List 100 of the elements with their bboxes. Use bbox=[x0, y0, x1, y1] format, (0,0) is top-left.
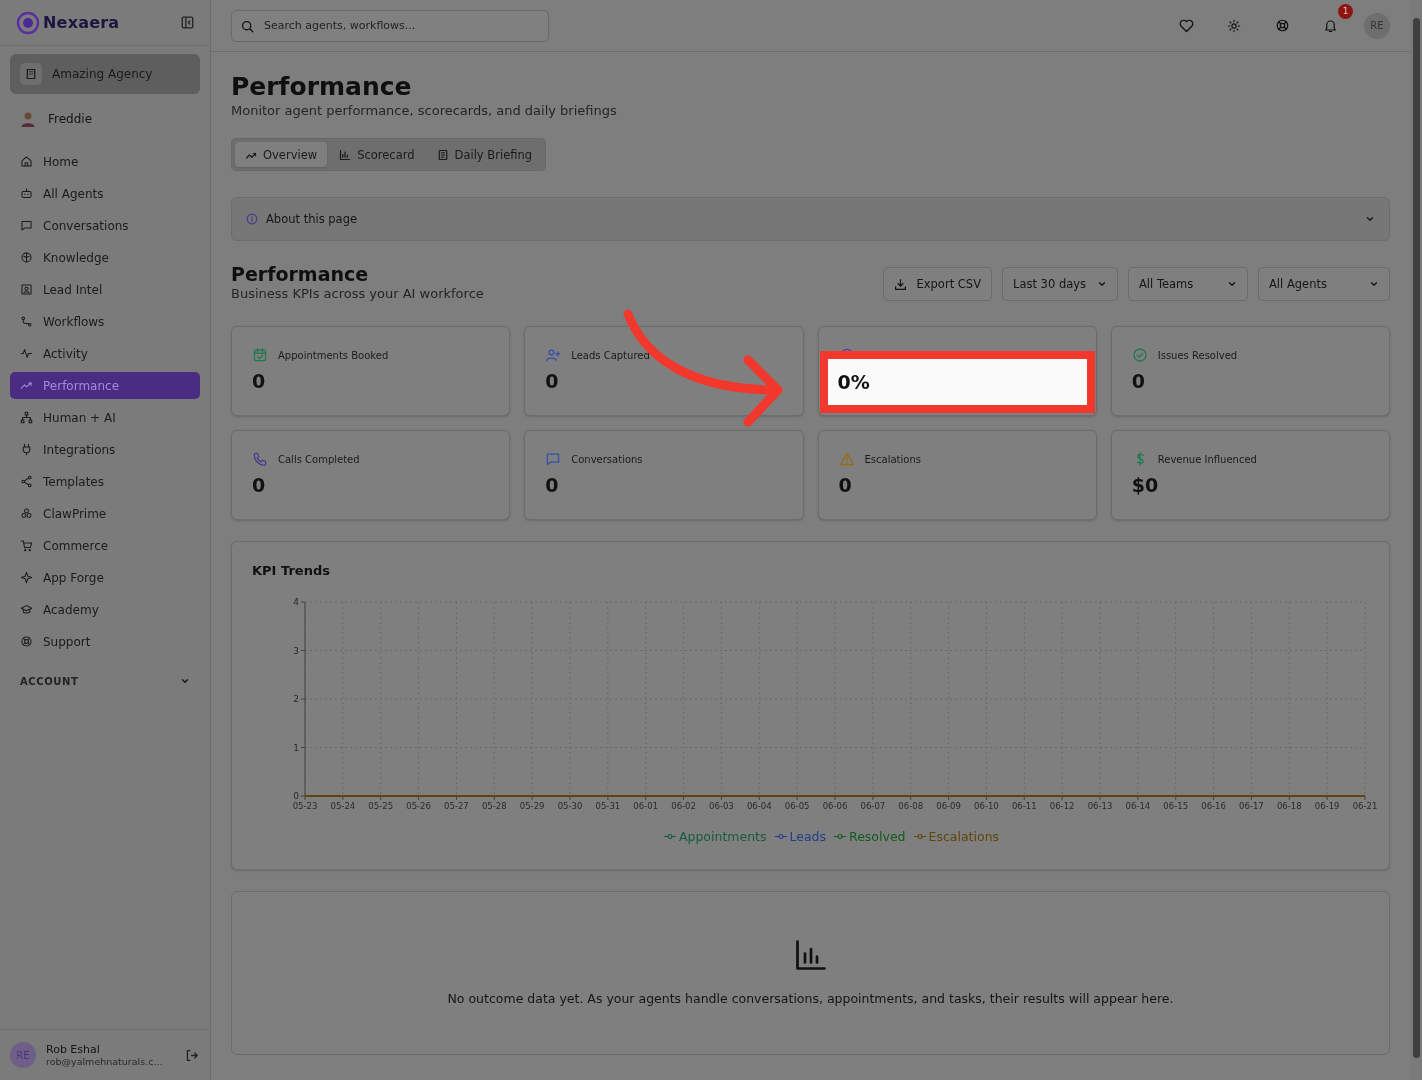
search-icon bbox=[241, 19, 254, 33]
section-subtitle: Business KPIs across your AI workforce bbox=[231, 286, 484, 301]
tab[interactable]: Overview bbox=[235, 142, 328, 167]
chevron-down-icon bbox=[1097, 279, 1107, 289]
filter-dropdown[interactable]: All Teams bbox=[1128, 267, 1248, 301]
kpi-label: Calls Completed bbox=[278, 453, 360, 465]
y-tick-label: 2 bbox=[293, 694, 299, 704]
x-tick-label: 06-16 bbox=[1201, 801, 1226, 811]
x-tick-label: 05-25 bbox=[368, 801, 394, 811]
speech-bubble-icon bbox=[20, 219, 33, 232]
x-tick-label: 06-01 bbox=[633, 801, 659, 811]
warning-icon bbox=[838, 451, 855, 467]
tab[interactable]: Daily Briefing bbox=[426, 142, 543, 167]
kpi-label: Appointments Booked bbox=[278, 349, 389, 361]
nav-item[interactable]: Workflows bbox=[10, 308, 200, 335]
x-tick-label: 06-17 bbox=[1239, 801, 1264, 811]
nav-item[interactable]: ClawPrime bbox=[10, 500, 200, 527]
empty-state-message: No outcome data yet. As your agents handle conversations, appointments, and tasks, their results will appear here. bbox=[447, 991, 1174, 1006]
chevron-down-icon bbox=[180, 676, 190, 686]
x-tick-label: 06-05 bbox=[784, 801, 810, 811]
nav-item[interactable]: Integrations bbox=[10, 436, 200, 463]
brain-icon bbox=[20, 251, 33, 264]
y-tick-label: 4 bbox=[293, 597, 299, 607]
collapse-sidebar-button[interactable] bbox=[181, 16, 194, 29]
x-tick-label: 06-19 bbox=[1314, 801, 1340, 811]
bell-icon bbox=[1322, 18, 1338, 33]
nav-item[interactable]: Academy bbox=[10, 596, 200, 623]
x-tick-label: 06-13 bbox=[1087, 801, 1113, 811]
logout-button[interactable] bbox=[185, 1048, 198, 1062]
kpi-label: Revenue Influenced bbox=[1157, 453, 1257, 465]
x-tick-label: 05-23 bbox=[292, 801, 318, 811]
trend-icon bbox=[20, 379, 33, 392]
info-icon bbox=[246, 213, 258, 225]
legend-marker-icon bbox=[913, 833, 926, 840]
x-tick-label: 05-27 bbox=[444, 801, 469, 811]
x-tick-label: 06-12 bbox=[1049, 801, 1075, 811]
kpi-label: Issues Resolved bbox=[1157, 349, 1238, 361]
nav-item[interactable]: App Forge bbox=[10, 564, 200, 591]
nav-item[interactable]: Conversations bbox=[10, 212, 200, 239]
nav-item[interactable]: All Agents bbox=[10, 180, 200, 207]
building-icon bbox=[25, 68, 37, 80]
x-tick-label: 06-09 bbox=[936, 801, 961, 811]
nav-item[interactable]: Knowledge bbox=[10, 244, 200, 271]
x-tick-label: 05-28 bbox=[481, 801, 507, 811]
nav-item[interactable]: Activity bbox=[10, 340, 200, 367]
id-card-icon bbox=[20, 283, 33, 296]
check-circle-icon bbox=[1131, 347, 1148, 363]
section-title: Performance bbox=[231, 263, 370, 285]
sparkle-icon bbox=[20, 571, 33, 584]
export-csv-button[interactable]: Export CSV bbox=[882, 267, 992, 301]
about-panel-toggle[interactable]: About this page bbox=[231, 197, 1390, 241]
x-tick-label: 05-29 bbox=[519, 801, 545, 811]
document-icon bbox=[436, 148, 449, 161]
nav-item[interactable]: Human + AI bbox=[10, 404, 200, 431]
nav-item[interactable]: Commerce bbox=[10, 532, 200, 559]
section-heading[interactable]: ACCOUNT bbox=[20, 675, 79, 687]
hierarchy-icon bbox=[20, 411, 33, 424]
workspace-selector[interactable]: Amazing Agency bbox=[10, 54, 200, 94]
legend-item[interactable]: Leads bbox=[774, 829, 827, 844]
logo-icon bbox=[16, 10, 40, 35]
x-tick-label: 06-02 bbox=[671, 801, 696, 811]
x-tick-label: 05-24 bbox=[330, 801, 356, 811]
kpi-label: Conversations bbox=[571, 453, 643, 465]
kpi-value: 0 bbox=[545, 370, 560, 392]
page-subtitle: Monitor agent performance, scorecards, and daily briefings bbox=[231, 103, 618, 118]
kpi-value: 0 bbox=[252, 370, 267, 392]
x-tick-label: 06-14 bbox=[1125, 801, 1151, 811]
user-avatar[interactable]: RE bbox=[1364, 12, 1390, 39]
cluster-icon bbox=[20, 507, 33, 520]
nav-item[interactable]: Lead Intel bbox=[10, 276, 200, 303]
calendar-icon bbox=[252, 347, 268, 363]
x-tick-label: 06-04 bbox=[746, 801, 772, 811]
nav-item[interactable]: Performance bbox=[10, 372, 200, 399]
tab[interactable]: Scorecard bbox=[329, 142, 425, 167]
brand-name: Nexaera bbox=[43, 13, 120, 32]
kpi-value: 0 bbox=[252, 474, 267, 496]
chevron-down-icon bbox=[1365, 214, 1375, 224]
lifebuoy-icon bbox=[20, 635, 33, 648]
scrollbar[interactable] bbox=[1410, 0, 1422, 1080]
x-tick-label: 05-30 bbox=[557, 801, 583, 811]
legend-marker-icon bbox=[834, 833, 847, 840]
avatar-icon bbox=[20, 111, 36, 127]
kpi-value: $0 bbox=[1131, 474, 1160, 496]
filter-dropdown[interactable]: All Agents bbox=[1258, 267, 1390, 301]
filter-dropdown[interactable]: Last 30 days bbox=[1002, 267, 1118, 301]
user-name[interactable]: Freddie bbox=[48, 112, 93, 126]
y-tick-label: 3 bbox=[293, 645, 299, 656]
legend-item[interactable]: Resolved bbox=[834, 829, 906, 844]
y-tick-label: 0 bbox=[293, 791, 299, 801]
legend-item[interactable]: Escalations bbox=[913, 829, 1000, 844]
x-tick-label: 05-31 bbox=[595, 801, 621, 811]
x-tick-label: 06-10 bbox=[974, 801, 999, 811]
bar-chart-icon bbox=[339, 148, 352, 161]
nav-item[interactable]: Home bbox=[10, 148, 200, 175]
nav-item[interactable]: Support bbox=[10, 628, 200, 655]
x-tick-label: 06-15 bbox=[1163, 801, 1189, 811]
chart-title: KPI Trends bbox=[252, 563, 330, 578]
nav-item[interactable]: Templates bbox=[10, 468, 200, 495]
search-field[interactable]: Search agents, workflows... bbox=[231, 9, 549, 42]
legend-marker-icon bbox=[663, 833, 676, 840]
